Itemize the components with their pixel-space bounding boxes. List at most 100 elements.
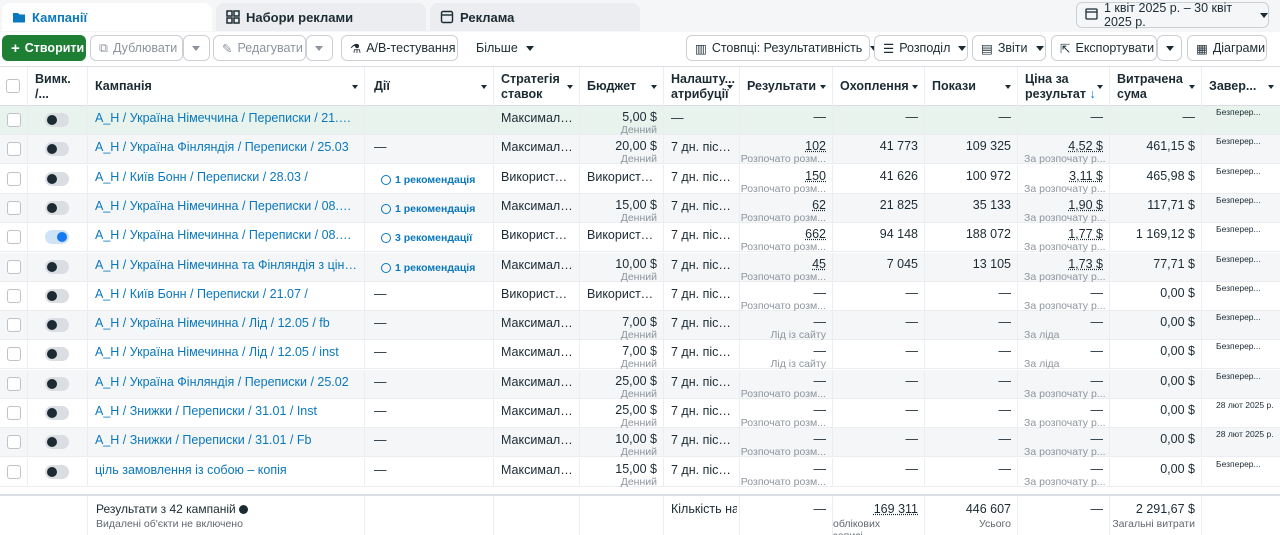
cell-select[interactable] <box>0 399 28 428</box>
cell-campaign[interactable]: А_Н / Україна Німечинна / Лід / 12.05 / … <box>88 340 365 370</box>
campaign-name-link[interactable]: А_Н / Україна Німечинна / Переписки / 08… <box>95 228 358 242</box>
row-checkbox[interactable] <box>7 347 21 362</box>
edit-dropdown[interactable] <box>306 35 333 61</box>
row-checkbox[interactable] <box>7 230 21 245</box>
info-icon[interactable] <box>239 505 249 515</box>
ab-test-button[interactable]: ⚗ A/B-тестування <box>341 35 458 61</box>
cell-select[interactable] <box>0 311 28 341</box>
cell-select[interactable] <box>0 223 28 253</box>
recommendation-badge[interactable]: 3 рекомендації <box>381 232 472 244</box>
row-checkbox[interactable] <box>7 318 21 333</box>
cell-toggle[interactable] <box>28 340 88 370</box>
table-row[interactable]: А_Н / Україна Німечинна / Лід / 12.05 / … <box>0 311 1280 341</box>
header-results[interactable]: Результати <box>740 67 833 106</box>
header-attribution[interactable]: Налашту... атрибуції <box>664 67 740 106</box>
recommendation-badge[interactable]: 1 рекомендація <box>381 203 475 215</box>
row-checkbox[interactable] <box>7 200 21 215</box>
header-select-all[interactable] <box>0 67 28 106</box>
recommendation-badge[interactable]: 1 рекомендація <box>381 262 475 274</box>
select-all-checkbox[interactable] <box>6 79 20 93</box>
campaign-toggle[interactable] <box>45 230 69 245</box>
table-row[interactable]: А_Н / Україна Німечинна та Фінляндія з ц… <box>0 252 1280 282</box>
reports-button[interactable]: ▤ Звіти <box>972 35 1046 61</box>
header-reach[interactable]: Охоплення <box>833 67 925 106</box>
cell-select[interactable] <box>0 428 28 458</box>
cell-toggle[interactable] <box>28 135 88 165</box>
cell-toggle[interactable] <box>28 281 88 311</box>
cell-select[interactable] <box>0 457 28 487</box>
table-row[interactable]: А_Н / Україна Фінляндія / Переписки / 25… <box>0 135 1280 165</box>
cell-campaign[interactable]: А_Н / Україна Німеччина / Переписки / 21… <box>88 106 365 135</box>
header-end[interactable]: Завер... <box>1202 67 1280 106</box>
row-checkbox[interactable] <box>7 406 21 420</box>
cell-campaign[interactable]: А_Н / Знижки / Переписки / 31.01 / Fb <box>88 428 365 458</box>
cell-campaign[interactable]: ціль замовлення із собою – копія <box>88 457 365 487</box>
table-row[interactable]: А_Н / Київ Бонн / Переписки / 28.03 / 1 р… <box>0 164 1280 194</box>
cell-campaign[interactable]: А_Н / Україна Німечинна / Переписки / 08… <box>88 223 365 253</box>
campaign-name-link[interactable]: А_Н / Київ Бонн / Переписки / 28.03 / <box>95 170 358 184</box>
cell-toggle[interactable] <box>28 106 88 135</box>
campaign-name-link[interactable]: А_Н / Україна Німечинна та Фінляндія з ц… <box>95 258 358 272</box>
campaign-toggle[interactable] <box>45 435 69 450</box>
cell-toggle[interactable] <box>28 223 88 253</box>
header-toggle[interactable]: Вимк. /... <box>28 67 88 106</box>
duplicate-button[interactable]: ⧉ Дублювати <box>90 35 183 61</box>
table-row[interactable]: А_Н / Київ Бонн / Переписки / 21.07 / — Ви… <box>0 281 1280 311</box>
header-bid-strategy[interactable]: Стратегія ставок <box>494 67 580 106</box>
tab-campaigns[interactable]: Кампанії <box>2 3 212 31</box>
cell-campaign[interactable]: А_Н / Україна Німечинна / Лід / 12.05 / … <box>88 311 365 341</box>
header-actions[interactable]: Дії <box>367 67 494 106</box>
cell-toggle[interactable] <box>28 252 88 282</box>
cell-select[interactable] <box>0 369 28 399</box>
table-row[interactable]: А_Н / Україна Німечинна / Переписки / 08… <box>0 193 1280 223</box>
campaign-name-link[interactable]: А_Н / Україна Німечинна / Лід / 12.05 / … <box>95 345 358 359</box>
header-budget[interactable]: Бюджет <box>580 67 664 106</box>
campaign-name-link[interactable]: ціль замовлення із собою – копія <box>95 463 358 477</box>
recommendation-badge[interactable]: 1 рекомендація <box>381 174 475 186</box>
charts-button[interactable]: ▦ Діаграми <box>1187 35 1267 61</box>
cell-campaign[interactable]: А_Н / Україна Німечинна / Переписки / 08… <box>88 193 365 223</box>
campaign-name-link[interactable]: А_Н / Україна Німечинна / Лід / 12.05 / … <box>95 316 358 330</box>
campaign-toggle[interactable] <box>45 288 69 303</box>
cell-toggle[interactable] <box>28 311 88 341</box>
cell-select[interactable] <box>0 164 28 194</box>
edit-button[interactable]: ✎ Редагувати <box>213 35 306 61</box>
cell-select[interactable] <box>0 252 28 282</box>
campaign-name-link[interactable]: А_Н / Україна Фінляндія / Переписки / 25… <box>95 375 358 389</box>
cell-select[interactable] <box>0 193 28 223</box>
cell-toggle[interactable] <box>28 193 88 223</box>
date-range-picker[interactable]: 1 квіт 2025 р. – 30 квіт 2025 р. <box>1076 1 1269 29</box>
cell-campaign[interactable]: А_Н / Україна Фінляндія / Переписки / 25… <box>88 369 365 399</box>
header-impressions[interactable]: Покази <box>925 67 1018 106</box>
campaign-name-link[interactable]: А_Н / Знижки / Переписки / 31.01 / Fb <box>95 433 358 447</box>
row-checkbox[interactable] <box>7 435 21 450</box>
header-amount-spent[interactable]: Витрачена сума <box>1110 67 1202 106</box>
tab-ads[interactable]: Реклама <box>430 3 640 31</box>
header-campaign[interactable]: Кампанія <box>88 67 365 106</box>
campaign-name-link[interactable]: А_Н / Україна Фінляндія / Переписки / 25… <box>95 140 358 154</box>
row-checkbox[interactable] <box>7 376 21 391</box>
cell-campaign[interactable]: А_Н / Україна Фінляндія / Переписки / 25… <box>88 135 365 165</box>
duplicate-dropdown[interactable] <box>183 35 210 61</box>
table-row[interactable]: ціль замовлення із собою – копія — Максима… <box>0 457 1280 487</box>
campaign-toggle[interactable] <box>45 171 69 186</box>
tab-ad-sets[interactable]: Набори реклами <box>216 3 426 31</box>
campaign-toggle[interactable] <box>45 376 69 391</box>
campaign-toggle[interactable] <box>45 142 69 157</box>
campaign-name-link[interactable]: А_Н / Знижки / Переписки / 31.01 / Inst <box>95 404 358 418</box>
cell-select[interactable] <box>0 281 28 311</box>
campaign-toggle[interactable] <box>45 318 69 333</box>
row-checkbox[interactable] <box>7 259 21 274</box>
cell-campaign[interactable]: А_Н / Україна Німечинна та Фінляндія з ц… <box>88 252 365 282</box>
row-checkbox[interactable] <box>7 113 21 127</box>
campaign-toggle[interactable] <box>45 200 69 215</box>
table-row[interactable]: А_Н / Знижки / Переписки / 31.01 / Fb — Ма… <box>0 428 1280 458</box>
header-cost-per-result[interactable]: Ціна за результат ↓ <box>1018 67 1110 106</box>
campaign-name-link[interactable]: А_Н / Україна Німеччина / Переписки / 21… <box>95 111 358 125</box>
table-row[interactable]: А_Н / Знижки / Переписки / 31.01 / Inst —… <box>0 399 1280 428</box>
campaign-name-link[interactable]: А_Н / Україна Німечинна / Переписки / 08… <box>95 199 358 213</box>
create-button[interactable]: + Створити <box>2 35 86 61</box>
row-checkbox[interactable] <box>7 171 21 186</box>
campaign-toggle[interactable] <box>45 259 69 274</box>
campaign-toggle[interactable] <box>45 406 69 420</box>
